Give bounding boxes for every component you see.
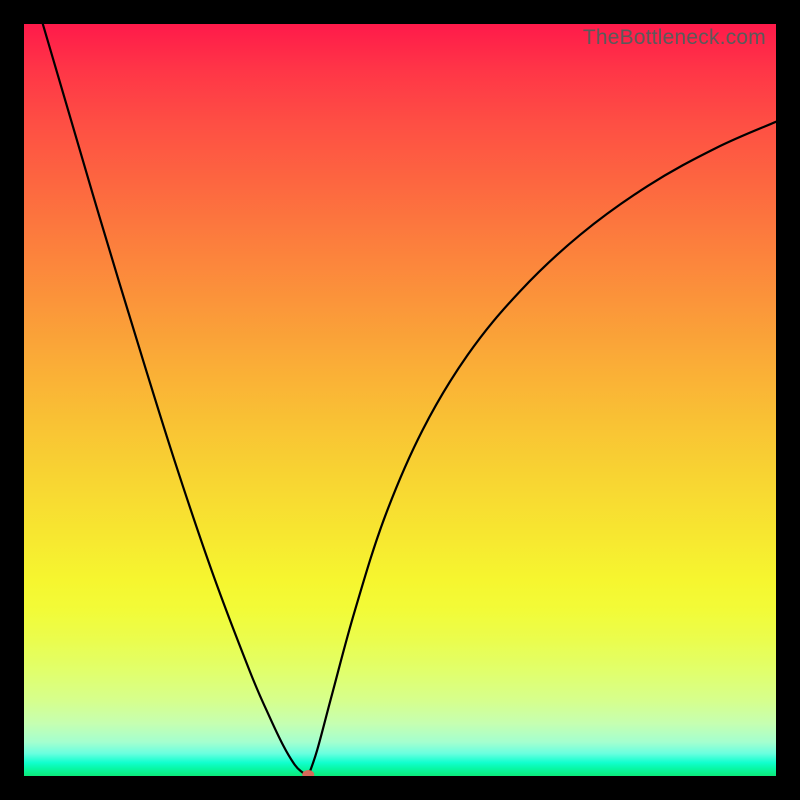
minimum-marker (302, 770, 314, 776)
plot-area: TheBottleneck.com (24, 24, 776, 776)
curve-svg (24, 24, 776, 776)
curve-right-branch (308, 122, 776, 776)
chart-container: TheBottleneck.com (0, 0, 800, 800)
curve-left-branch (43, 24, 308, 776)
